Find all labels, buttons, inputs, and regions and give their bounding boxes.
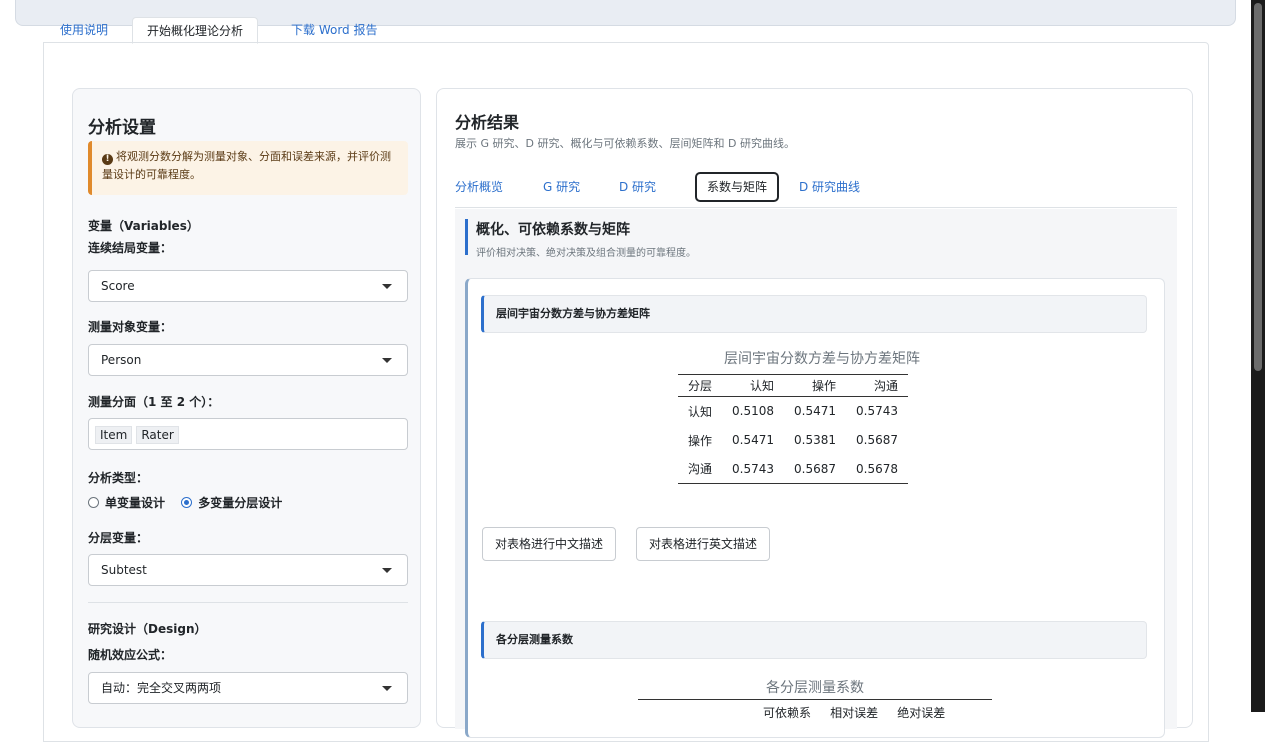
main-tabs: 使用说明 开始概化理论分析 下载 Word 报告 bbox=[44, 17, 1208, 44]
results-subtitle: 展示 G 研究、D 研究、概化与可依赖系数、层间矩阵和 D 研究曲线。 bbox=[455, 137, 795, 150]
table-cell: 0.5471 bbox=[732, 433, 775, 447]
divider bbox=[88, 602, 408, 603]
table-cell: 0.5743 bbox=[856, 404, 899, 419]
column-header: 沟通 bbox=[846, 374, 909, 397]
facets-label: 测量分面（1 至 2 个）： bbox=[88, 395, 220, 409]
table-cell: 0.5471 bbox=[794, 404, 837, 419]
coefficients-content: 概化、可依赖系数与矩阵 评价相对决策、绝对决策及组合测量的可靠程度。 层间宇宙分… bbox=[455, 209, 1177, 738]
formula-label: 随机效应公式： bbox=[88, 648, 173, 662]
tab-start-analysis[interactable]: 开始概化理论分析 bbox=[132, 17, 259, 44]
alert-text: 将观测分数分解为测量对象、分面和误差来源，并评价测量设计的可靠程度。 bbox=[102, 150, 391, 181]
outcome-label: 连续结局变量： bbox=[88, 241, 173, 255]
column-header: 可依赖系 bbox=[763, 706, 812, 720]
stratum-select[interactable]: Subtest bbox=[88, 554, 408, 586]
column-header: 分层 bbox=[678, 374, 723, 397]
subtab-overview[interactable]: 分析概览 bbox=[445, 172, 513, 202]
section-header: 概化、可依赖系数与矩阵 评价相对决策、绝对决策及组合测量的可靠程度。 bbox=[465, 219, 696, 259]
matrix-card-header: 层间宇宙分数方差与协方差矩阵 bbox=[481, 295, 1147, 333]
radio-checked-icon bbox=[181, 497, 193, 508]
outcome-select-value: Score bbox=[101, 279, 135, 293]
radio-label: 单变量设计 bbox=[105, 496, 166, 510]
column-header: 操作 bbox=[784, 374, 847, 397]
subtab-coefficients[interactable]: 系数与矩阵 bbox=[695, 172, 780, 202]
table-cell: 操作 bbox=[688, 433, 713, 448]
caret-down-icon bbox=[382, 686, 392, 691]
results-subtabs: 分析概览 G 研究 D 研究 系数与矩阵 D 研究曲线 bbox=[455, 166, 1177, 208]
table-cell: 0.5687 bbox=[856, 433, 899, 447]
covariance-matrix-table: 分层 认知 操作 沟通 认知 0.5108 0.5471 0.5743 操作 0… bbox=[678, 374, 909, 484]
matrix-table-caption: 层间宇宙分数方差与协方差矩阵 bbox=[724, 351, 920, 367]
section-subtitle: 评价相对决策、绝对决策及组合测量的可靠程度。 bbox=[476, 248, 696, 259]
info-icon: ! bbox=[102, 154, 113, 165]
tab-download-report[interactable]: 下载 Word 报告 bbox=[277, 17, 391, 44]
table-cell: 0.5687 bbox=[784, 454, 847, 484]
results-title: 分析结果 bbox=[455, 113, 520, 132]
table-row: 操作 0.5471 0.5381 0.5687 bbox=[678, 426, 908, 455]
outcome-select[interactable]: Score bbox=[88, 270, 408, 302]
stratum-label: 分层变量： bbox=[88, 531, 149, 545]
describe-chinese-button[interactable]: 对表格进行中文描述 bbox=[482, 527, 617, 561]
table-rule bbox=[638, 699, 992, 700]
radio-multivariate[interactable]: 多变量分层设计 bbox=[181, 494, 282, 511]
window-scrollbar[interactable] bbox=[1251, 0, 1265, 712]
table-cell: 0.5381 bbox=[794, 433, 837, 447]
info-alert: ! 将观测分数分解为测量对象、分面和误差来源，并评价测量设计的可靠程度。 bbox=[88, 141, 408, 195]
object-select-value: Person bbox=[101, 353, 142, 367]
subtab-d-study[interactable]: D 研究 bbox=[609, 172, 666, 202]
stratum-coef-caption: 各分层测量系数 bbox=[766, 680, 864, 696]
table-cell: 0.5678 bbox=[846, 454, 909, 484]
caret-down-icon bbox=[382, 568, 392, 573]
radio-univariate[interactable]: 单变量设计 bbox=[88, 494, 165, 511]
table-row: 认知 0.5108 0.5471 0.5743 bbox=[678, 397, 908, 426]
stratum-select-value: Subtest bbox=[101, 563, 147, 577]
caret-down-icon bbox=[382, 358, 392, 363]
subtab-d-curve[interactable]: D 研究曲线 bbox=[789, 172, 870, 202]
results-panel: 分析结果 展示 G 研究、D 研究、概化与可依赖系数、层间矩阵和 D 研究曲线。… bbox=[436, 88, 1193, 738]
table-cell: 沟通 bbox=[678, 454, 723, 484]
facets-multiselect[interactable]: Item Rater bbox=[88, 418, 408, 450]
stratum-coef-partial-header: 可依赖系 相对误差 绝对误差 bbox=[763, 704, 945, 721]
scrollbar-thumb[interactable] bbox=[1254, 3, 1262, 371]
radio-label: 多变量分层设计 bbox=[198, 496, 283, 510]
settings-title: 分析设置 bbox=[88, 118, 156, 138]
facet-chip[interactable]: Item bbox=[95, 426, 133, 444]
stratum-coef-card-header: 各分层测量系数 bbox=[481, 621, 1147, 659]
analysis-type-label: 分析类型： bbox=[88, 471, 149, 485]
column-header: 相对误差 bbox=[830, 706, 879, 720]
describe-english-button[interactable]: 对表格进行英文描述 bbox=[636, 527, 771, 561]
variables-heading: 变量（Variables） bbox=[88, 219, 199, 233]
tab-instructions[interactable]: 使用说明 bbox=[46, 17, 122, 44]
column-header: 绝对误差 bbox=[897, 706, 946, 720]
results-card: 层间宇宙分数方差与协方差矩阵 层间宇宙分数方差与协方差矩阵 分层 认知 操作 沟… bbox=[465, 278, 1165, 738]
table-cell: 0.5743 bbox=[722, 454, 785, 484]
table-cell: 0.5108 bbox=[732, 404, 775, 419]
design-heading: 研究设计（Design） bbox=[88, 622, 207, 636]
formula-select-value: 自动：完全交叉两两项 bbox=[101, 681, 222, 695]
radio-unchecked-icon bbox=[88, 497, 99, 508]
table-cell: 认知 bbox=[688, 404, 713, 419]
facet-chip[interactable]: Rater bbox=[136, 426, 179, 444]
section-title: 概化、可依赖系数与矩阵 bbox=[476, 222, 630, 238]
caret-down-icon bbox=[382, 284, 392, 289]
table-row: 沟通 0.5743 0.5687 0.5678 bbox=[678, 454, 909, 484]
analysis-settings-panel: 分析设置 ! 将观测分数分解为测量对象、分面和误差来源，并评价测量设计的可靠程度。… bbox=[72, 88, 421, 728]
object-label: 测量对象变量： bbox=[88, 320, 173, 334]
analysis-type-radios: 单变量设计 多变量分层设计 bbox=[88, 494, 294, 511]
formula-select[interactable]: 自动：完全交叉两两项 bbox=[88, 672, 408, 704]
subtab-g-study[interactable]: G 研究 bbox=[533, 172, 590, 202]
column-header: 认知 bbox=[722, 374, 785, 397]
object-select[interactable]: Person bbox=[88, 344, 408, 376]
